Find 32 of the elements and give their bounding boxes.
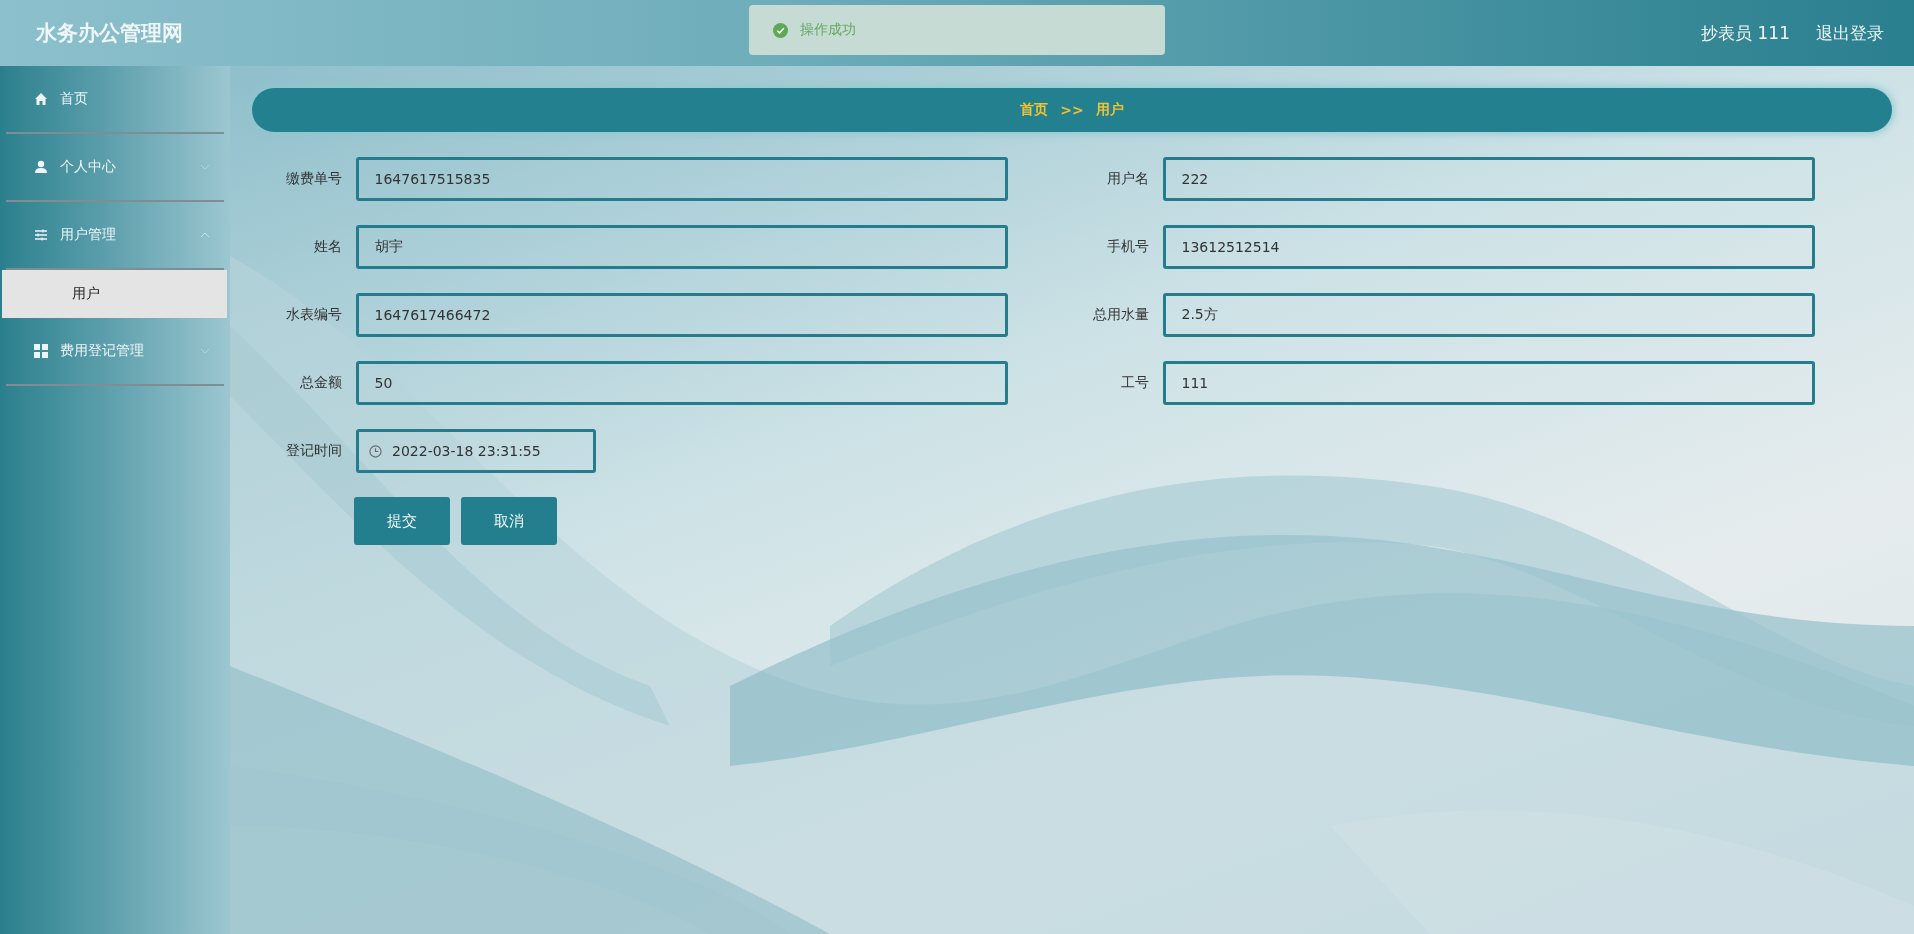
text-field[interactable]: 2.5方 xyxy=(1162,293,1815,337)
sliders-icon xyxy=(34,228,48,242)
text-field[interactable]: 胡宇 xyxy=(355,225,1008,269)
text-field[interactable]: 1647617515835 xyxy=(355,157,1008,201)
logout-link[interactable]: 退出登录 xyxy=(1816,21,1884,45)
field-label: 工号 xyxy=(1119,374,1149,392)
field-label: 用户名 xyxy=(1105,170,1149,188)
user-label: 抄表员 111 xyxy=(1701,21,1790,45)
breadcrumb-separator: >> xyxy=(1060,102,1084,118)
submenu-item[interactable]: 用户 xyxy=(2,270,227,318)
text-field[interactable]: 1647617466472 xyxy=(355,293,1008,337)
cancel-button[interactable]: 取消 xyxy=(461,497,557,545)
site-title: 水务办公管理网 xyxy=(36,20,183,47)
field-label: 水表编号 xyxy=(284,306,342,324)
field-label: 登记时间 xyxy=(285,442,342,460)
field-label: 缴费单号 xyxy=(284,170,342,188)
toast-message: 操作成功 xyxy=(800,21,856,39)
field-label: 姓名 xyxy=(312,238,342,256)
submit-button[interactable]: 提交 xyxy=(354,497,450,545)
clock-icon xyxy=(369,444,382,458)
field-label: 总金额 xyxy=(298,374,342,392)
field-label: 总用水量 xyxy=(1091,306,1149,324)
datetime-field[interactable]: 2022-03-18 23:31:55 xyxy=(356,429,596,473)
grid-icon xyxy=(34,344,48,358)
text-field[interactable]: 13612512514 xyxy=(1162,225,1815,269)
home-icon xyxy=(34,92,48,106)
text-field[interactable]: 222 xyxy=(1162,157,1815,201)
field-label: 手机号 xyxy=(1105,238,1149,256)
user-icon xyxy=(34,160,48,174)
text-field[interactable]: 50 xyxy=(355,361,1008,405)
text-field[interactable]: 111 xyxy=(1162,361,1815,405)
check-icon xyxy=(773,22,788,38)
